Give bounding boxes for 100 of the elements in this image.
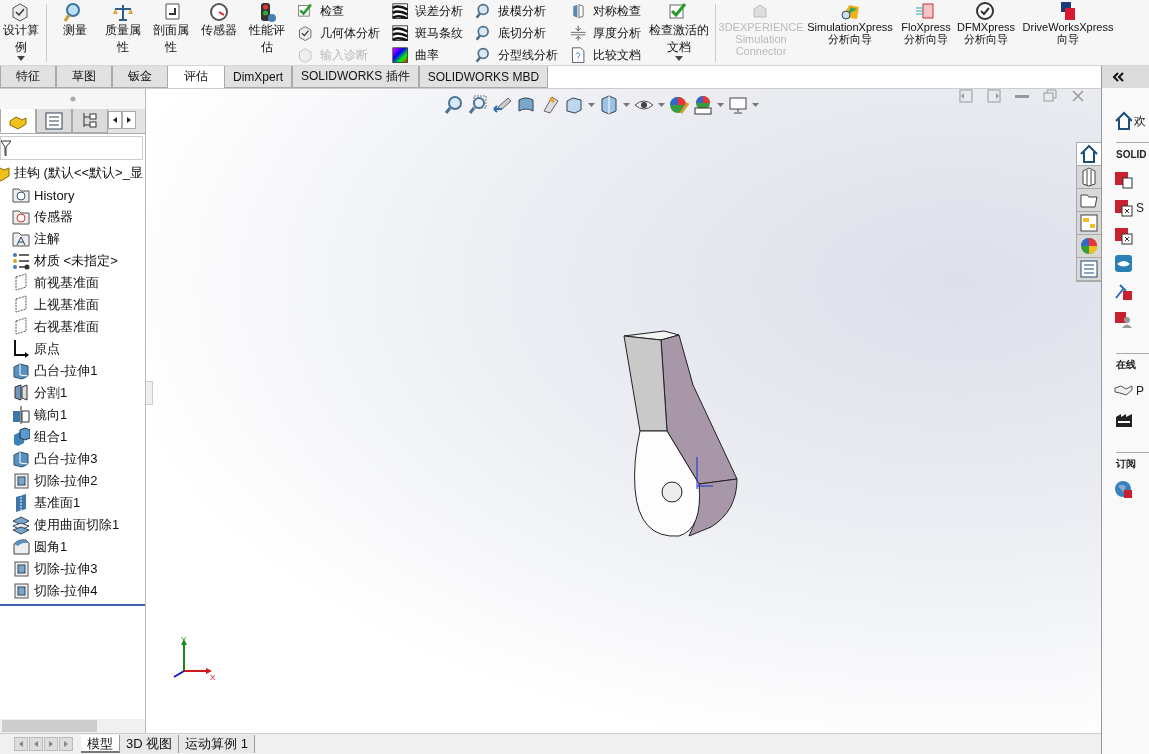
model-tab[interactable]: 运动算例 1: [179, 735, 256, 753]
ribbon-button[interactable]: SimulationXpress 分析向导: [804, 0, 896, 46]
ribbon-button[interactable]: 剖面属性: [149, 0, 193, 57]
command-tab[interactable]: DimXpert: [224, 66, 292, 88]
function-icon: [1114, 198, 1134, 218]
ribbon-button[interactable]: 检查激活的文档: [649, 0, 709, 62]
tree-item[interactable]: 右视基准面: [0, 316, 145, 338]
previous-tab-button[interactable]: [29, 737, 43, 751]
view-toolbar-button[interactable]: [540, 95, 560, 115]
ribbon-button[interactable]: 对称检查: [570, 0, 641, 22]
ribbon-button[interactable]: 误差分析: [392, 0, 463, 22]
ribbon-button[interactable]: 比较文档: [570, 44, 641, 65]
ribbon-button[interactable]: DFMXpress 分析向导: [956, 0, 1016, 46]
tree-item[interactable]: 组合1: [0, 426, 145, 448]
caret-icon[interactable]: [717, 103, 724, 107]
next-tab-button[interactable]: [44, 737, 58, 751]
config-tree-icon: [80, 110, 100, 131]
model-tab[interactable]: 3D 视图: [120, 735, 180, 753]
combine-icon: [12, 427, 30, 447]
ribbon-button[interactable]: DriveWorksXpress 向导: [1020, 0, 1116, 46]
view-toolbar-button[interactable]: [564, 95, 584, 115]
ribbon-button[interactable]: FloXpress 分析向导: [900, 0, 952, 46]
tree-item[interactable]: 使用曲面切除1: [0, 514, 145, 536]
caret-icon[interactable]: [588, 103, 595, 107]
last-tab-button[interactable]: [59, 737, 73, 751]
task-pane-tab[interactable]: [1077, 143, 1101, 166]
tree-item[interactable]: 挂钩 (默认<<默认>_显: [0, 162, 145, 184]
model-tab[interactable]: 模型: [81, 735, 120, 753]
minimize-button[interactable]: [1015, 94, 1029, 98]
task-pane-link[interactable]: S: [1102, 197, 1149, 219]
view-toolbar-button[interactable]: [444, 95, 464, 115]
tree-item[interactable]: 圆角1: [0, 536, 145, 558]
caret-icon[interactable]: [658, 103, 665, 107]
tree-item[interactable]: 切除-拉伸2: [0, 470, 145, 492]
scene-icon: [693, 95, 713, 115]
view-toolbar-button[interactable]: [669, 95, 689, 115]
ribbon-button[interactable]: 几何体分析: [297, 22, 380, 44]
ribbon-button[interactable]: 传感器: [197, 0, 241, 40]
caret-icon[interactable]: [752, 103, 759, 107]
stripes-icon: [392, 24, 410, 42]
caret-icon[interactable]: [623, 103, 630, 107]
folder-icon: [12, 185, 30, 205]
tree-item[interactable]: 前视基准面: [0, 272, 145, 294]
tree-item[interactable]: 传感器: [0, 206, 145, 228]
view-toolbar-button[interactable]: [516, 95, 536, 115]
command-tab[interactable]: 特征: [0, 66, 56, 88]
ribbon-button[interactable]: 测量: [53, 0, 97, 40]
cut-extrude-icon: [12, 581, 30, 601]
tree-item[interactable]: 原点: [0, 338, 145, 360]
scrollbar[interactable]: [0, 719, 145, 734]
tree-item[interactable]: 凸台-拉伸3: [0, 448, 145, 470]
tree-item[interactable]: 切除-拉伸3: [0, 558, 145, 580]
ribbon-button[interactable]: 拔模分析: [475, 0, 558, 22]
scroll-right-button[interactable]: [122, 111, 136, 129]
close-button[interactable]: [1071, 89, 1085, 103]
command-tab[interactable]: SOLIDWORKS 插件: [292, 66, 419, 88]
ribbon-button[interactable]: 性能评估: [245, 0, 289, 57]
command-tab[interactable]: 钣金: [112, 66, 168, 88]
task-pane-link[interactable]: P: [1102, 380, 1149, 402]
ribbon-button[interactable]: 曲率: [392, 44, 463, 65]
view-toolbar-button[interactable]: [693, 95, 713, 115]
task-pane-tab[interactable]: [1077, 189, 1101, 212]
filter-field[interactable]: [0, 136, 143, 160]
task-pane-tab[interactable]: [1077, 235, 1101, 258]
panel-tab[interactable]: [36, 109, 72, 133]
tree-item[interactable]: 切除-拉伸4: [0, 580, 145, 602]
tree-item[interactable]: 上视基准面: [0, 294, 145, 316]
tree-item[interactable]: 注解: [0, 228, 145, 250]
section-title: 订阅: [1116, 452, 1149, 475]
ribbon-button[interactable]: 设计算例: [2, 0, 40, 62]
cube-icon: [297, 24, 315, 42]
collapse-button[interactable]: [1102, 66, 1149, 88]
view-toolbar-button[interactable]: [599, 95, 619, 115]
ribbon-button[interactable]: 检查: [297, 0, 380, 22]
first-tab-button[interactable]: [14, 737, 28, 751]
view-toolbar-button[interactable]: [492, 95, 512, 115]
command-tab[interactable]: SOLIDWORKS MBD: [418, 66, 549, 88]
ribbon-button[interactable]: 分型线分析: [475, 44, 558, 65]
ribbon-button[interactable]: 斑马条纹: [392, 22, 463, 44]
tree-item[interactable]: 分割1: [0, 382, 145, 404]
tree-item[interactable]: 材质 <未指定>: [0, 250, 145, 272]
tree-item[interactable]: History: [0, 184, 145, 206]
tile-right-button[interactable]: [987, 89, 1001, 103]
tile-left-button[interactable]: [959, 89, 973, 103]
extrude-icon: [12, 361, 30, 381]
ribbon-button[interactable]: 底切分析: [475, 22, 558, 44]
ribbon-button[interactable]: 质量属性: [101, 0, 145, 57]
panel-tab[interactable]: [0, 109, 36, 133]
tree-item[interactable]: 基准面1: [0, 492, 145, 514]
view-toolbar-button[interactable]: [468, 95, 488, 115]
task-pane-tab[interactable]: [1077, 166, 1101, 189]
panel-tab[interactable]: [72, 109, 108, 133]
splitter-handle[interactable]: [146, 381, 153, 405]
command-tab[interactable]: 草图: [56, 66, 112, 88]
tree-item[interactable]: 镜向1: [0, 404, 145, 426]
scroll-left-button[interactable]: [108, 111, 122, 129]
tree-item[interactable]: 凸台-拉伸1: [0, 360, 145, 382]
welcome-link[interactable]: 欢: [1102, 110, 1149, 132]
ribbon-button[interactable]: 厚度分析: [570, 22, 641, 44]
view-palette-icon: [1079, 213, 1099, 233]
